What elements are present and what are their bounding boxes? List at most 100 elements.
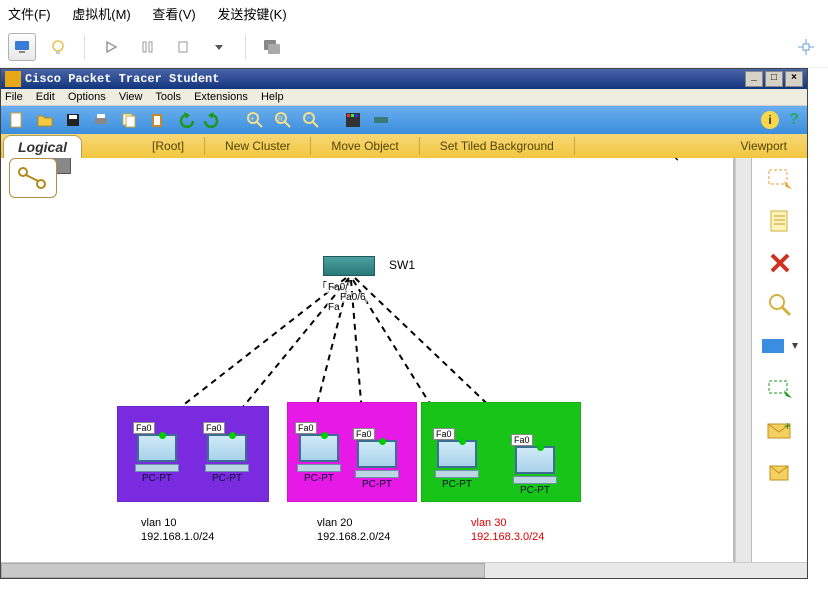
vm-menu-view[interactable]: 查看(V) (152, 7, 195, 22)
zoom-out-button[interactable]: - (299, 109, 323, 131)
vlan10-text: vlan 10192.168.1.0/24 (141, 516, 214, 544)
menu-extensions[interactable]: Extensions (194, 91, 248, 103)
port-fa0: Fa0 (353, 428, 375, 440)
menu-file[interactable]: File (5, 91, 23, 103)
svg-text:+: + (250, 114, 255, 123)
vm-menu-file[interactable]: 文件(F) (8, 7, 51, 22)
navigation-panel[interactable] (9, 158, 57, 198)
switch-device[interactable] (323, 256, 375, 276)
vm-play-button[interactable] (97, 33, 125, 61)
vm-lightbulb-button[interactable] (44, 33, 72, 61)
separator (84, 35, 85, 59)
viewport-button[interactable]: Viewport (721, 135, 807, 157)
status-dot (321, 432, 328, 439)
note-tool[interactable] (762, 206, 798, 236)
menu-edit[interactable]: Edit (36, 91, 55, 103)
copy-button[interactable] (117, 109, 141, 131)
menu-help[interactable]: Help (261, 91, 284, 103)
paste-button[interactable] (145, 109, 169, 131)
vlan20-text: vlan 20192.168.2.0/24 (317, 516, 390, 544)
vm-pause-button[interactable] (133, 33, 161, 61)
port-fa0: Fa0 (203, 422, 225, 434)
port-fa0: Fa0 (511, 434, 533, 446)
port-label: Fa0/6 (339, 292, 367, 303)
pc-device[interactable]: Fa0 PC-PT (293, 434, 345, 480)
menu-options[interactable]: Options (68, 91, 106, 103)
vertical-scrollbar[interactable] (735, 158, 751, 562)
canvas[interactable]: ↖ SW1 「 Fa0/ Fa0 (1, 158, 733, 562)
port-fa0: Fa0 (133, 422, 155, 434)
vlan30-text: vlan 30192.168.3.0/24 (471, 516, 544, 544)
pc-device[interactable]: Fa0 PC-PT (131, 434, 183, 480)
vm-dropdown-button[interactable] (205, 33, 233, 61)
minimize-button[interactable]: _ (745, 71, 763, 87)
vm-menu-vm[interactable]: 虚拟机(M) (72, 7, 131, 22)
add-simple-pdu-tool[interactable]: + (762, 416, 798, 446)
pc-label: PC-PT (201, 473, 253, 484)
shape-tool[interactable] (758, 332, 802, 362)
resize-tool[interactable] (762, 374, 798, 404)
menu-view[interactable]: View (119, 91, 143, 103)
new-file-button[interactable] (5, 109, 29, 131)
pc-label: PC-PT (431, 479, 483, 490)
status-dot (459, 438, 466, 445)
menu-tools[interactable]: Tools (155, 91, 181, 103)
pt-app-icon (5, 71, 21, 87)
vm-stop-button[interactable] (169, 33, 197, 61)
pc-label: PC-PT (293, 473, 345, 484)
info-button[interactable]: i (761, 111, 779, 129)
vm-monitor-button[interactable] (8, 33, 36, 61)
separator (574, 137, 575, 155)
window-controls: _ □ × (743, 71, 803, 87)
horizontal-scrollbar[interactable] (1, 562, 807, 578)
pc-device[interactable]: Fa0 PC-PT (431, 440, 483, 486)
pc-device[interactable]: Fa0 PC-PT (509, 446, 561, 492)
open-file-button[interactable] (33, 109, 57, 131)
packet-tracer-window: Cisco Packet Tracer Student _ □ × File E… (0, 68, 808, 579)
switch-label: SW1 (389, 258, 415, 272)
select-tool[interactable] (762, 164, 798, 194)
canvas-area[interactable]: ↖ SW1 「 Fa0/ Fa0 (1, 158, 735, 562)
cursor-icon: ↖ (667, 158, 680, 166)
vm-menu-sendkeys[interactable]: 发送按键(K) (217, 7, 286, 22)
pt-menubar: File Edit Options View Tools Extensions … (1, 89, 807, 106)
print-button[interactable] (89, 109, 113, 131)
vm-toolbar (0, 27, 828, 68)
undo-button[interactable] (173, 109, 197, 131)
separator (245, 35, 246, 59)
vm-network-button[interactable] (792, 33, 820, 61)
inspect-tool[interactable] (762, 290, 798, 320)
pc-label: PC-PT (351, 479, 403, 490)
status-dot (159, 432, 166, 439)
pc-device[interactable]: Fa0 PC-PT (351, 440, 403, 486)
root-button[interactable]: [Root] (132, 135, 204, 157)
svg-text:+: + (784, 420, 791, 433)
set-tiled-bg-button[interactable]: Set Tiled Background (420, 135, 574, 157)
status-dot (229, 432, 236, 439)
zoom-in-button[interactable]: + (243, 109, 267, 131)
pc-device[interactable]: Fa0 PC-PT (201, 434, 253, 480)
add-complex-pdu-tool[interactable] (762, 458, 798, 488)
help-button[interactable]: ? (785, 111, 803, 129)
close-button[interactable]: × (785, 71, 803, 87)
svg-text:R: R (278, 116, 283, 123)
maximize-button[interactable]: □ (765, 71, 783, 87)
delete-tool[interactable] (762, 248, 798, 278)
scrollbar-thumb[interactable] (1, 563, 485, 578)
vm-fullscreen-button[interactable] (258, 33, 286, 61)
port-fa0: Fa0 (433, 428, 455, 440)
redo-button[interactable] (201, 109, 225, 131)
palette-button[interactable] (341, 109, 365, 131)
move-object-button[interactable]: Move Object (311, 135, 418, 157)
new-cluster-button[interactable]: New Cluster (205, 135, 310, 157)
save-button[interactable] (61, 109, 85, 131)
pt-titlebar[interactable]: Cisco Packet Tracer Student _ □ × (1, 69, 807, 89)
status-dot (537, 444, 544, 451)
zoom-reset-button[interactable]: R (271, 109, 295, 131)
tab-logical[interactable]: Logical (3, 135, 82, 158)
pt-toolbar: + R - i ? (1, 106, 807, 134)
status-dot (379, 438, 386, 445)
pc-label: PC-PT (509, 485, 561, 496)
device-button[interactable] (369, 109, 393, 131)
port-label: Fa (327, 302, 341, 313)
